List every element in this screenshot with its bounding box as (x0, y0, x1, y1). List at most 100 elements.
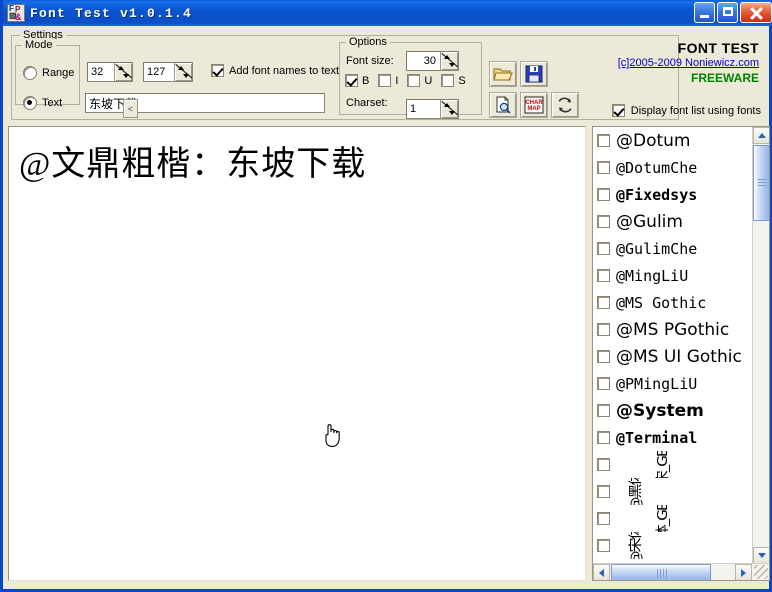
window-title: Font Test v1.0.1.4 (30, 5, 193, 21)
font-size-spin-buttons[interactable] (440, 52, 458, 70)
font-list-item-checkbox[interactable] (597, 512, 610, 525)
sample-text-input[interactable]: 东坡下载 (85, 93, 325, 113)
horizontal-scroll-thumb[interactable] (611, 564, 711, 580)
font-list-item-checkbox[interactable] (597, 215, 610, 228)
font-list-item[interactable]: @MingLiU (593, 262, 751, 289)
font-list-vertical-scrollbar[interactable] (752, 127, 769, 564)
display-font-list-box (611, 104, 625, 117)
vertical-scroll-thumb[interactable] (753, 145, 769, 221)
chevron-up-icon (757, 133, 766, 138)
font-list-item-checkbox[interactable] (597, 296, 610, 309)
open-button[interactable] (489, 61, 517, 87)
font-list-item[interactable]: @仿宋_GB2312 (593, 451, 751, 478)
svg-text:MAP: MAP (527, 106, 540, 112)
range-start-value: 32 (91, 66, 104, 78)
resize-grip[interactable] (754, 565, 768, 579)
font-list-item-checkbox[interactable] (597, 377, 610, 390)
brand-block: FONT TEST [c]2005-2009 Noniewicz.com FRE… (569, 40, 759, 85)
font-list-item[interactable]: @Terminal (593, 424, 751, 451)
underline-checkbox[interactable] (407, 74, 421, 87)
scroll-up-button[interactable] (753, 127, 769, 144)
font-list-item-label: @Gulim (616, 211, 683, 232)
window-controls (694, 2, 772, 23)
close-button[interactable] (740, 2, 772, 23)
font-list-item-checkbox[interactable] (597, 539, 610, 552)
font-list-item-checkbox[interactable] (597, 458, 610, 471)
charset-stepper[interactable]: 1 (406, 99, 459, 119)
charset-previous-label: < (127, 103, 134, 114)
chevron-left-icon (599, 568, 604, 577)
italic-checkbox[interactable] (378, 74, 392, 87)
options-group-label: Options (346, 36, 390, 48)
thumb-grip (758, 179, 767, 187)
preview-canvas[interactable]: @文鼎粗楷：东坡下载 (8, 126, 586, 581)
add-font-names-checkbox[interactable]: Add font names to text (211, 64, 339, 77)
preview-magnifier-icon (496, 96, 511, 114)
font-list-item-checkbox[interactable] (597, 350, 610, 363)
font-list-item[interactable]: @MS Gothic (593, 289, 751, 316)
font-list-item[interactable]: @Fixedsys (593, 181, 751, 208)
brand-title: FONT TEST (677, 40, 759, 56)
font-list-horizontal-scrollbar[interactable] (593, 563, 769, 580)
save-button[interactable] (520, 61, 548, 87)
font-list-item-checkbox[interactable] (597, 188, 610, 201)
font-list-item[interactable]: @Gulim (593, 208, 751, 235)
font-list-item-checkbox[interactable] (597, 431, 610, 444)
font-list-item[interactable]: @Dotum (593, 127, 751, 154)
font-list-item-checkbox[interactable] (597, 323, 610, 336)
font-list-item-checkbox[interactable] (597, 134, 610, 147)
font-list-item[interactable]: @MS PGothic (593, 316, 751, 343)
font-list-item[interactable]: @宋体 (593, 532, 751, 559)
scroll-left-button[interactable] (593, 564, 610, 580)
charset-spin-buttons[interactable] (440, 100, 458, 118)
range-start-stepper[interactable]: 32 (87, 62, 133, 82)
minimize-button[interactable] (694, 2, 715, 23)
font-list-item[interactable]: @PMingLiU (593, 370, 751, 397)
add-font-names-box (211, 64, 224, 77)
chevron-down-icon (757, 553, 766, 558)
font-list-item[interactable]: @黑体 (593, 478, 751, 505)
charset-previous-button[interactable]: < (123, 99, 138, 118)
brand-link[interactable]: [c]2005-2009 Noniewicz.com (569, 57, 759, 69)
italic-label: I (395, 74, 399, 87)
mode-radio-text[interactable]: Text (23, 96, 62, 110)
font-list-item-checkbox[interactable] (597, 485, 610, 498)
thumb-grip (657, 569, 667, 578)
font-list-item-checkbox[interactable] (597, 161, 610, 174)
charmap-button[interactable]: CHAR MAP (520, 92, 548, 118)
font-list-item[interactable]: @MS UI Gothic (593, 343, 751, 370)
mode-radio-range[interactable]: Range (23, 66, 74, 80)
font-list-item[interactable]: @楷体_GB2312 (593, 505, 751, 532)
font-list-item-label: @DotumChe (616, 158, 698, 177)
font-list-items: @Dotum @DotumChe @Fixedsys @Gulim @GulimChe @… (593, 127, 751, 580)
maximize-button[interactable] (717, 2, 738, 23)
font-list-item-label: @MS PGothic (616, 319, 730, 340)
charset-label: Charset: (346, 97, 388, 109)
font-list-item[interactable]: @System (593, 397, 751, 424)
range-end-stepper[interactable]: 127 (143, 62, 193, 82)
font-size-stepper[interactable]: 30 (406, 51, 459, 71)
preview-text: @文鼎粗楷：东坡下载 (19, 146, 367, 183)
font-list-item-checkbox[interactable] (597, 404, 610, 417)
strikeout-label: S (458, 74, 466, 87)
add-font-names-label: Add font names to text (229, 64, 340, 77)
refresh-button[interactable] (551, 92, 579, 118)
font-list-item-checkbox[interactable] (597, 269, 610, 282)
bold-checkbox[interactable] (345, 74, 358, 87)
title-bar: F P ▨ & Font Test v1.0.1.4 (3, 0, 772, 26)
font-list-item-label: @仿宋_GB2312 (652, 451, 672, 478)
print-preview-button[interactable] (489, 92, 517, 118)
char-map-icon: CHAR MAP (524, 96, 544, 114)
font-list-item-checkbox[interactable] (597, 242, 610, 255)
font-list-item[interactable]: @DotumChe (593, 154, 751, 181)
font-list-panel[interactable]: @Dotum @DotumChe @Fixedsys @Gulim @GulimChe @… (592, 126, 770, 581)
range-start-spin-buttons[interactable] (114, 63, 132, 81)
range-end-spin-buttons[interactable] (174, 63, 192, 81)
strikeout-checkbox[interactable] (441, 74, 455, 87)
scroll-down-button[interactable] (753, 547, 769, 564)
mode-radio-range-label: Range (42, 67, 75, 79)
display-font-list-checkbox[interactable]: Display font list using fonts (611, 104, 761, 117)
scroll-right-button[interactable] (735, 564, 752, 580)
application-window: F P ▨ & Font Test v1.0.1.4 Settings Mode Ra… (0, 0, 772, 592)
font-list-item[interactable]: @GulimChe (593, 235, 751, 262)
